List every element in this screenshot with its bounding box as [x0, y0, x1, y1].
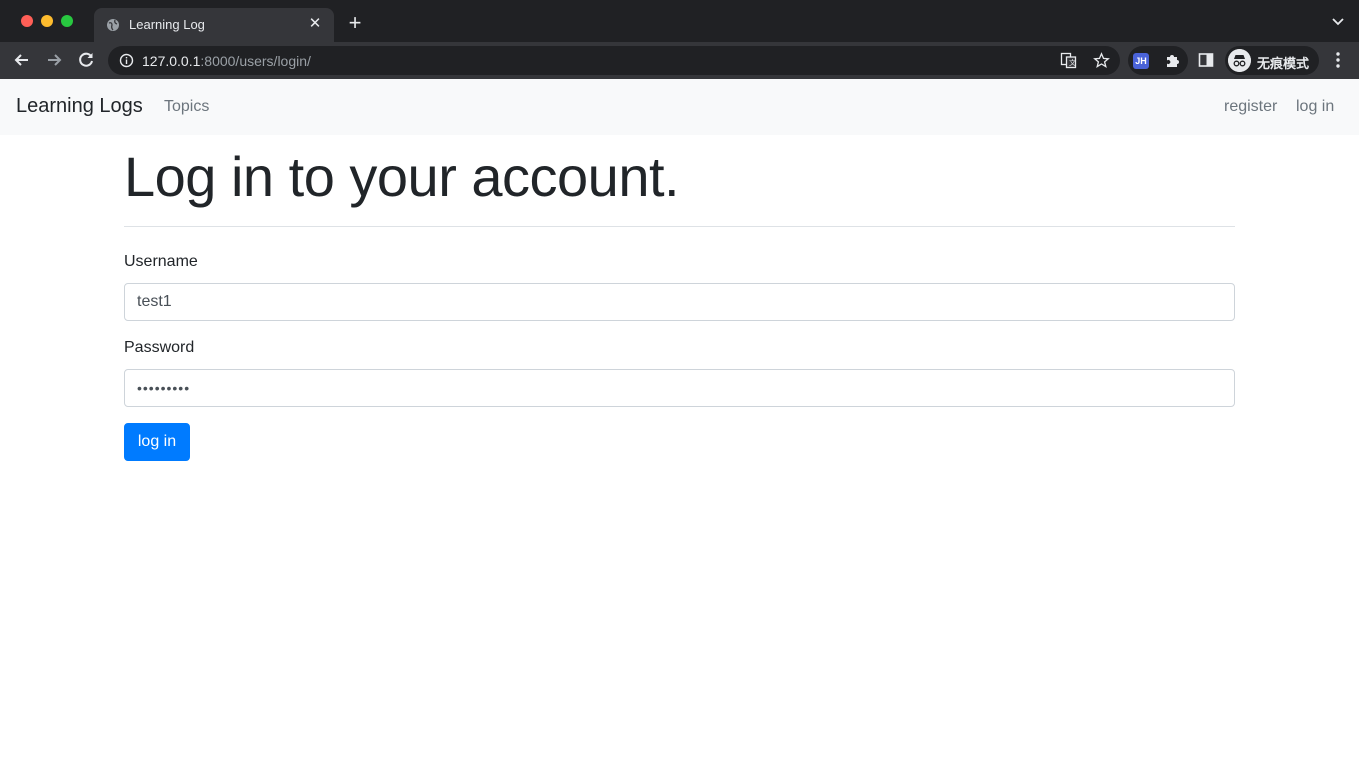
nav-link-login[interactable]: log in: [1296, 98, 1334, 116]
reload-icon[interactable]: [76, 50, 96, 70]
username-input[interactable]: test1: [124, 283, 1235, 322]
url-path: :8000/users/login/: [200, 53, 311, 69]
login-submit-button[interactable]: log in: [124, 423, 190, 462]
nav-link-register[interactable]: register: [1224, 98, 1277, 116]
password-label: Password: [124, 339, 195, 357]
incognito-indicator[interactable]: 无痕模式: [1225, 46, 1319, 75]
minimize-window-button[interactable]: [41, 15, 53, 27]
globe-icon: [107, 19, 119, 31]
forward-arrow-icon[interactable]: [44, 50, 64, 70]
window-controls: [21, 15, 73, 27]
browser-chrome: Learning Log ✕ + 127.0.0.1:8000/users/lo…: [0, 0, 1359, 79]
site-navbar: Learning Logs Topics register log in: [0, 79, 1359, 135]
divider: [124, 226, 1235, 228]
maximize-window-button[interactable]: [61, 15, 73, 27]
username-label: Username: [124, 253, 198, 271]
close-window-button[interactable]: [21, 15, 33, 27]
back-arrow-icon[interactable]: [12, 50, 32, 70]
puzzle-extensions-icon[interactable]: [1164, 52, 1181, 69]
url-text: 127.0.0.1:8000/users/login/: [142, 53, 311, 69]
main-content: Log in to your account. Username test1 P…: [124, 135, 1235, 462]
nav-link-topics[interactable]: Topics: [164, 98, 209, 116]
brand-link[interactable]: Learning Logs: [16, 95, 143, 118]
svg-text:文: 文: [1069, 58, 1076, 67]
star-bookmark-icon[interactable]: [1093, 52, 1110, 69]
page-title: Log in to your account.: [124, 145, 680, 208]
jh-extension-icon[interactable]: JH: [1133, 53, 1149, 69]
close-tab-icon[interactable]: ✕: [306, 15, 324, 33]
password-input[interactable]: •••••••••: [124, 369, 1235, 408]
password-group: Password •••••••••: [124, 339, 1235, 408]
browser-tab[interactable]: Learning Log ✕: [94, 8, 334, 42]
tab-strip: Learning Log ✕ +: [0, 0, 1359, 42]
chevron-down-icon[interactable]: [1331, 15, 1345, 29]
browser-toolbar: 127.0.0.1:8000/users/login/ 文 JH 无痕模式: [0, 42, 1359, 79]
info-icon[interactable]: [119, 53, 134, 68]
url-host: 127.0.0.1: [142, 53, 201, 69]
side-panel-icon[interactable]: [1198, 52, 1214, 68]
address-bar[interactable]: 127.0.0.1:8000/users/login/ 文: [108, 46, 1120, 75]
login-form: Username test1 Password ••••••••• log in: [124, 253, 1235, 462]
incognito-icon: [1228, 49, 1251, 72]
tab-title: Learning Log: [129, 17, 205, 32]
username-group: Username test1: [124, 253, 1235, 322]
new-tab-icon[interactable]: +: [344, 12, 366, 35]
extensions-group: JH: [1128, 46, 1188, 75]
incognito-label: 无痕模式: [1257, 56, 1310, 71]
more-menu-icon[interactable]: [1330, 51, 1346, 69]
translate-icon[interactable]: 文: [1060, 52, 1077, 69]
